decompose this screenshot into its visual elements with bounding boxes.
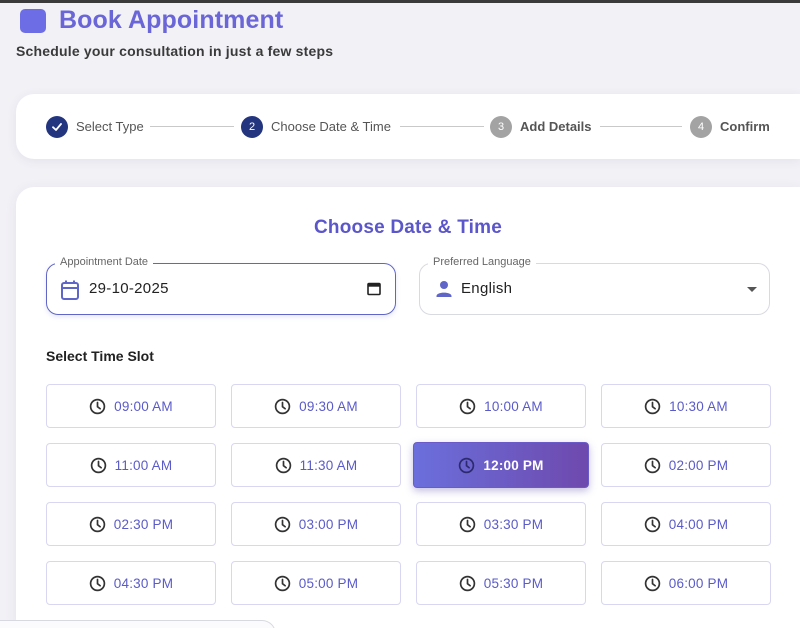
time-slot-label: 11:30 AM — [299, 457, 358, 473]
step-connector — [400, 126, 484, 127]
bottom-overlay-tab — [0, 620, 276, 628]
time-slot-label: 09:00 AM — [114, 398, 173, 414]
clock-icon — [644, 398, 661, 414]
time-slot-label: 04:30 PM — [113, 575, 174, 591]
step-label: Confirm — [720, 119, 770, 134]
time-slot-button[interactable]: 03:00 PM — [231, 502, 401, 546]
step-circle: 4 — [690, 115, 712, 138]
step-circle — [46, 115, 68, 138]
clock-icon — [89, 575, 106, 591]
calendar-picker-icon[interactable] — [367, 281, 381, 296]
window-top-edge — [0, 0, 800, 3]
date-input-value: 29-10-2025 — [89, 280, 169, 297]
time-slot-label: 11:00 AM — [114, 457, 173, 473]
clock-icon — [274, 398, 291, 414]
clock-icon — [459, 457, 475, 473]
clock-icon — [274, 575, 291, 591]
step-select-type[interactable]: Select Type — [46, 94, 144, 159]
time-slot-button[interactable]: 09:30 AM — [231, 384, 401, 428]
time-slot-label: 03:00 PM — [298, 516, 359, 532]
time-slot-button[interactable]: 02:30 PM — [46, 502, 216, 546]
time-slot-button[interactable]: 10:30 AM — [601, 384, 771, 428]
clock-icon — [89, 516, 106, 532]
time-slot-label: 03:30 PM — [483, 516, 544, 532]
time-slot-label: 04:00 PM — [668, 516, 729, 532]
time-slot-label: 02:00 PM — [668, 457, 729, 473]
calendar-icon — [61, 280, 79, 300]
time-slot-label: 02:30 PM — [113, 516, 174, 532]
clock-icon — [90, 457, 106, 473]
page-subtitle: Schedule your consultation in just a few… — [16, 43, 334, 59]
page-header: Book Appointment — [20, 6, 283, 35]
time-slot-button[interactable]: 05:30 PM — [416, 561, 586, 605]
check-icon — [52, 122, 62, 131]
clock-icon — [459, 398, 476, 414]
time-slot-grid: 09:00 AM 09:30 AM 10:00 AM 10:30 AM 11:00 AM… — [46, 384, 771, 605]
booking-form-card: Choose Date & Time Appointment Date 29-1… — [16, 187, 800, 628]
clock-icon — [459, 516, 476, 532]
field-label: Preferred Language — [428, 256, 536, 268]
step-label: Add Details — [520, 119, 592, 134]
time-slot-button[interactable]: 03:30 PM — [416, 502, 586, 546]
time-slot-button[interactable]: 02:00 PM — [601, 443, 771, 487]
time-slot-label: 12:00 PM — [483, 457, 544, 473]
clock-icon — [274, 516, 291, 532]
time-slot-button[interactable]: 12:00 PM — [413, 442, 589, 488]
time-slot-button[interactable]: 11:00 AM — [46, 443, 216, 487]
time-slot-button[interactable]: 10:00 AM — [416, 384, 586, 428]
clock-icon — [644, 457, 661, 473]
page-title: Book Appointment — [59, 6, 284, 34]
time-slot-button[interactable]: 04:30 PM — [46, 561, 216, 605]
time-slot-button[interactable]: 04:00 PM — [601, 502, 771, 546]
step-add-details[interactable]: 3 Add Details — [490, 94, 592, 159]
step-connector — [150, 126, 234, 127]
person-icon — [436, 281, 452, 297]
step-circle: 3 — [490, 115, 512, 138]
time-slot-label: 10:00 AM — [484, 398, 543, 414]
time-slot-button[interactable]: 05:00 PM — [231, 561, 401, 605]
preferred-language-select[interactable]: Preferred Language English — [419, 256, 770, 315]
appointment-date-field[interactable]: Appointment Date 29-10-2025 — [46, 256, 396, 315]
time-slot-button[interactable]: 09:00 AM — [46, 384, 216, 428]
time-slot-button[interactable]: 06:00 PM — [601, 561, 771, 605]
step-label: Choose Date & Time — [271, 119, 391, 134]
language-value: English — [461, 280, 513, 297]
chevron-down-icon[interactable] — [747, 287, 757, 292]
app-logo — [20, 8, 46, 33]
step-connector — [600, 126, 682, 127]
time-slot-label: 09:30 AM — [299, 398, 358, 414]
time-slot-label: 06:00 PM — [668, 575, 729, 591]
section-title: Choose Date & Time — [313, 217, 502, 238]
time-slot-label: 05:00 PM — [298, 575, 359, 591]
clock-icon — [459, 575, 476, 591]
clock-icon — [275, 457, 291, 473]
progress-stepper: Select Type 2 Choose Date & Time 3 Add D… — [16, 94, 800, 159]
clock-icon — [89, 398, 106, 414]
time-slot-heading: Select Time Slot — [46, 348, 154, 364]
field-label: Appointment Date — [55, 256, 154, 268]
clock-icon — [644, 575, 661, 591]
step-confirm[interactable]: 4 Confirm — [690, 94, 770, 159]
step-label: Select Type — [76, 119, 144, 134]
time-slot-label: 05:30 PM — [483, 575, 544, 591]
step-circle: 2 — [241, 115, 263, 138]
clock-icon — [644, 516, 661, 532]
step-choose-date-time[interactable]: 2 Choose Date & Time — [241, 94, 391, 159]
time-slot-label: 10:30 AM — [669, 398, 728, 414]
time-slot-button[interactable]: 11:30 AM — [231, 443, 401, 487]
